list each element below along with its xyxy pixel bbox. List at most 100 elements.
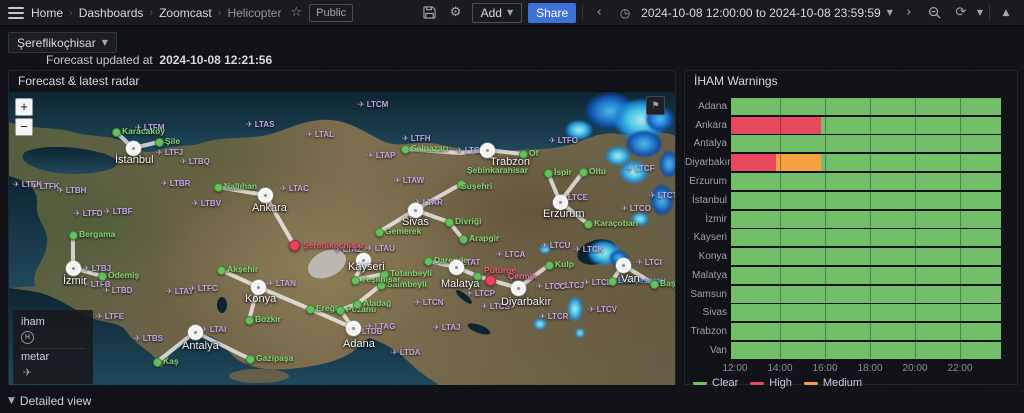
warning-bar-segment[interactable] <box>821 154 1001 171</box>
geomap[interactable]: ✈LTCM✈LTFM✈LTAS✈LTAL✈LTFJ✈LTBQ✈LTBR✈LTEK… <box>9 92 675 385</box>
chart-row: Trabzon <box>685 322 1005 341</box>
time-range[interactable]: 2024-10-08 12:00:00 to 2024-10-08 23:59:… <box>641 6 881 20</box>
airport-code: LTBQ <box>189 157 210 166</box>
airport-code: LTCM <box>367 100 389 109</box>
zoom-out-time-icon[interactable] <box>925 3 945 23</box>
warning-bar-segment[interactable] <box>731 117 821 134</box>
plane-icon: ✈ <box>536 282 543 291</box>
chevron-down-icon: ▼ <box>102 38 108 47</box>
divider <box>582 5 583 20</box>
warning-bar-segment[interactable] <box>731 323 1001 340</box>
airport-marker-ltcr: ✈LTCR <box>539 312 568 321</box>
axis-tick-label: 20:00 <box>902 363 927 374</box>
star-icon[interactable]: ☆ <box>290 5 302 20</box>
airport-marker-ltfd: ✈LTFD <box>74 209 103 218</box>
warning-bar-segment[interactable] <box>731 211 1001 228</box>
airport-marker-ltap: ✈LTAP <box>367 151 395 160</box>
warning-bar-segment[interactable] <box>731 229 1001 246</box>
refresh-icon[interactable]: ⟳ <box>951 3 971 23</box>
legend-item-medium[interactable]: Medium <box>804 377 862 389</box>
breadcrumb-item-zoomcast[interactable]: Zoomcast <box>159 6 212 20</box>
time-back-icon[interactable]: ‹ <box>589 3 609 23</box>
warning-bar-segment[interactable] <box>731 248 1001 265</box>
row-label: Diyarbakır <box>685 157 731 168</box>
plane-icon: ✈ <box>161 179 168 188</box>
time-forward-icon[interactable]: › <box>899 3 919 23</box>
waypoint-dot <box>214 183 223 192</box>
menu-icon[interactable] <box>8 7 24 19</box>
warning-bar-segment[interactable] <box>731 173 1001 190</box>
warning-bar-segment[interactable] <box>731 342 1001 359</box>
hub-core <box>257 286 260 289</box>
map-zoom-in-button[interactable]: + <box>15 98 33 116</box>
chart-row: Antalya <box>685 135 1005 154</box>
warning-bar-segment[interactable] <box>776 154 821 171</box>
airport-code: LTBH <box>66 186 87 195</box>
warning-bar-segment[interactable] <box>731 286 1001 303</box>
airport-code: LTCF <box>635 164 655 173</box>
legend-label: Clear <box>712 377 738 389</box>
map-attribution-button[interactable]: ⚑ <box>646 96 665 115</box>
add-button[interactable]: Add▼ <box>472 3 523 23</box>
chart-row: Samsun <box>685 285 1005 304</box>
gear-icon[interactable]: ⚙ <box>446 3 466 23</box>
row-track <box>731 342 1001 359</box>
warning-bar-segment[interactable] <box>731 192 1001 209</box>
detailed-view-toggle[interactable]: ▼ Detailed view <box>8 394 91 408</box>
breadcrumb: Home›Dashboards›Zoomcast›Helicopter <box>31 6 281 20</box>
warning-bar-segment[interactable] <box>731 135 1001 152</box>
airport-marker-ltfh: ✈LTFH <box>402 134 431 143</box>
chart-row: İzmir <box>685 210 1005 229</box>
breadcrumb-item-home[interactable]: Home <box>31 6 63 20</box>
row-label: Samsun <box>685 289 731 300</box>
legend-item-high[interactable]: High <box>750 377 792 389</box>
airport-marker-ltaw: ✈LTAW <box>394 176 424 185</box>
row-label: Sivas <box>685 307 731 318</box>
variable-dropdown[interactable]: Şereflikoçhisar ▼ <box>8 32 117 53</box>
time-range-caret-icon[interactable]: ▼ <box>887 8 893 17</box>
legend-color-dash <box>693 382 707 385</box>
city-label-van: Van <box>621 273 640 285</box>
breadcrumb-item-dashboards[interactable]: Dashboards <box>79 6 144 20</box>
plane-icon: ✈ <box>31 182 38 191</box>
legend-label: High <box>769 377 792 389</box>
waypoint-label: Kaş <box>163 356 179 366</box>
panel-title: İHAM Warnings <box>685 71 1017 92</box>
airport-marker-ltbr: ✈LTBR <box>161 179 190 188</box>
airport-marker-ltan: ✈LTAN <box>267 279 296 288</box>
save-icon[interactable] <box>420 3 440 23</box>
plane-icon: ✈ <box>583 278 590 287</box>
chart-row: Sivas <box>685 304 1005 323</box>
warning-bar-segment[interactable] <box>821 117 1001 134</box>
axis-tick-label: 22:00 <box>947 363 972 374</box>
map-zoom-out-button[interactable]: − <box>15 118 33 136</box>
plane-icon: ✈ <box>391 348 398 357</box>
toolbar-right: ⚙ Add▼ Share ‹ ◷ 2024-10-08 12:00:00 to … <box>420 3 1016 23</box>
city-hub-marker <box>616 258 631 273</box>
legend-label: Medium <box>823 377 862 389</box>
row-track <box>731 286 1001 303</box>
plane-icon: ✈ <box>192 199 199 208</box>
airport-marker-ltcc: ✈LTCC <box>536 282 565 291</box>
legend-item-clear[interactable]: Clear <box>693 377 738 389</box>
alert-dot <box>485 275 496 286</box>
warning-bar-segment[interactable] <box>731 154 776 171</box>
breadcrumb-separator: › <box>149 7 153 19</box>
warning-bar-segment[interactable] <box>731 267 1001 284</box>
warning-bar-segment[interactable] <box>731 98 1001 115</box>
refresh-caret-icon[interactable]: ▼ <box>977 8 983 17</box>
warning-bar-segment[interactable] <box>731 304 1001 321</box>
city-label-kayseri: Kayseri <box>348 261 385 273</box>
chart-row: Adana <box>685 97 1005 116</box>
airport-marker-ltbq: ✈LTBQ <box>180 157 210 166</box>
airport-code: LTAP <box>376 151 396 160</box>
city-hub-marker <box>511 281 526 296</box>
airport-code: LTFD <box>83 209 103 218</box>
airport-marker-ltcu: ✈LTCU <box>541 241 570 250</box>
hub-core <box>517 287 520 290</box>
airport-code: LTCC <box>545 282 566 291</box>
plane-icon: ✈ <box>166 287 173 296</box>
airport-code: LTDB <box>362 327 383 336</box>
share-button[interactable]: Share <box>528 3 576 23</box>
collapse-toolbar-icon[interactable]: ▲ <box>996 3 1016 23</box>
